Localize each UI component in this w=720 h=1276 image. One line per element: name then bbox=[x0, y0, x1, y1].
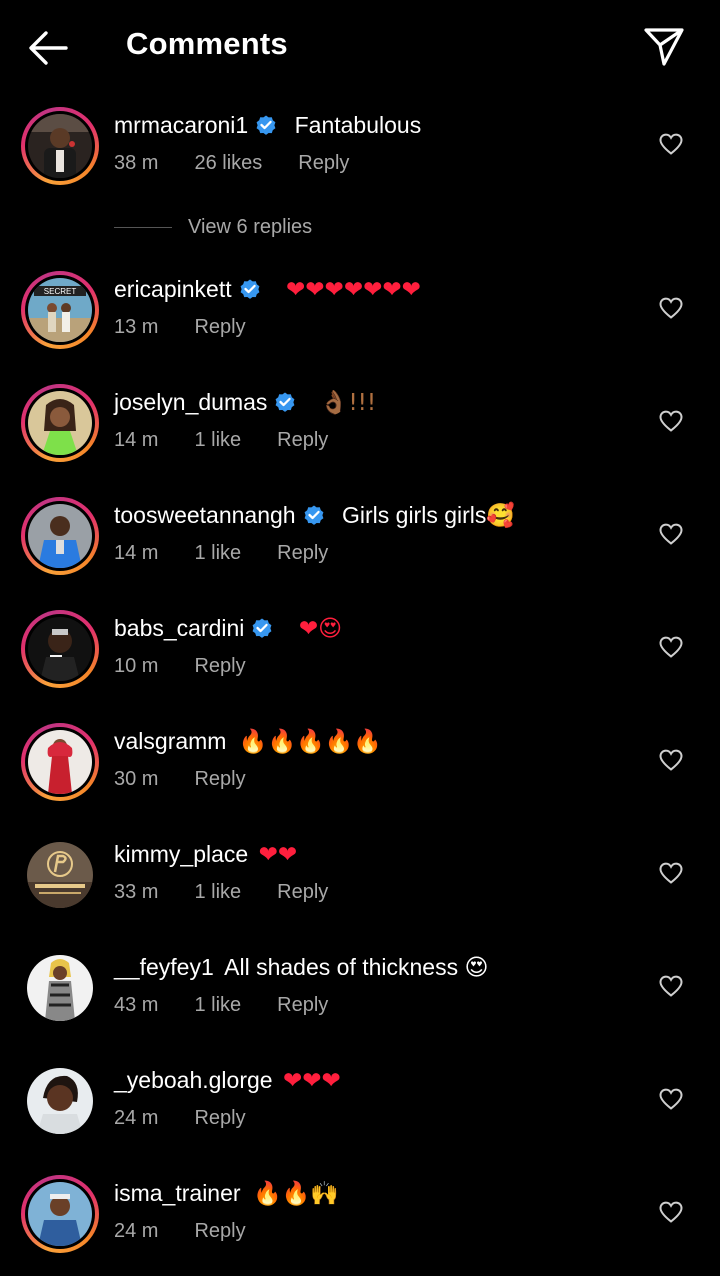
comment-item: mrmacaroni1 Fantabulous 38 m 26 likes Repl… bbox=[0, 107, 720, 208]
comment-text: ❤❤❤❤❤❤❤ bbox=[286, 277, 421, 303]
arrow-left-icon[interactable] bbox=[26, 26, 70, 70]
heart-outline-icon[interactable] bbox=[658, 861, 684, 885]
comment-item: valsgramm 🔥🔥🔥🔥🔥 30 m Reply bbox=[0, 723, 720, 824]
avatar[interactable] bbox=[21, 949, 99, 1027]
comment-username[interactable]: ericapinkett bbox=[114, 276, 232, 302]
heart-outline-icon[interactable] bbox=[658, 522, 684, 546]
top-bar: Comments bbox=[0, 0, 720, 92]
profile-photo bbox=[28, 730, 92, 794]
verified-badge-icon bbox=[304, 505, 324, 525]
avatar[interactable] bbox=[21, 610, 99, 688]
comment-username[interactable]: valsgramm bbox=[114, 728, 226, 754]
comment-username[interactable]: isma_trainer bbox=[114, 1180, 241, 1206]
verified-badge-icon bbox=[256, 115, 276, 135]
comment-text: All shades of thickness 😍 bbox=[224, 954, 489, 980]
comment-likes[interactable]: 1 like bbox=[194, 877, 241, 907]
avatar[interactable] bbox=[21, 836, 99, 914]
comment-username[interactable]: mrmacaroni1 bbox=[114, 112, 248, 138]
heart-outline-icon[interactable] bbox=[658, 132, 684, 156]
comment-text: Fantabulous bbox=[294, 112, 422, 138]
avatar[interactable] bbox=[21, 723, 99, 801]
avatar[interactable] bbox=[21, 1062, 99, 1140]
comment-text: ❤❤❤ bbox=[282, 1068, 341, 1094]
heart-outline-icon[interactable] bbox=[658, 748, 684, 772]
comment-item: kimmy_place ❤❤ 33 m 1 like Reply bbox=[0, 837, 720, 937]
view-replies-link[interactable]: View 6 replies bbox=[114, 212, 312, 242]
comment-item: __feyfey1 All shades of thickness 😍 43 m… bbox=[0, 950, 720, 1050]
comment-text: ❤❤ bbox=[258, 842, 298, 868]
reply-button[interactable]: Reply bbox=[298, 148, 349, 178]
paper-plane-icon[interactable] bbox=[642, 24, 686, 68]
comment-time: 33 m bbox=[114, 881, 159, 903]
comment-text: 🔥🔥🔥🔥🔥 bbox=[238, 729, 383, 755]
reply-button[interactable]: Reply bbox=[277, 538, 328, 568]
comment-username[interactable]: babs_cardini bbox=[114, 615, 244, 641]
comment-text: Girls girls girls🥰 bbox=[342, 502, 516, 528]
comment-item: isma_trainer 🔥🔥🙌 24 m Reply bbox=[0, 1175, 720, 1276]
avatar[interactable] bbox=[21, 1175, 99, 1253]
comment-time: 24 m bbox=[114, 1107, 159, 1129]
svg-text:SECRET: SECRET bbox=[44, 287, 77, 296]
comment-username[interactable]: toosweetannangh bbox=[114, 502, 296, 528]
reply-button[interactable]: Reply bbox=[194, 651, 245, 681]
verified-badge-icon bbox=[240, 279, 260, 299]
comment-username[interactable]: __feyfey1 bbox=[114, 954, 214, 980]
heart-outline-icon[interactable] bbox=[658, 296, 684, 320]
comment-item: SECRET ericapinkett ❤❤❤❤❤❤❤ 13 m Reply bbox=[0, 271, 720, 372]
profile-photo bbox=[28, 617, 92, 681]
verified-badge-icon bbox=[253, 618, 272, 638]
comment-username[interactable]: kimmy_place bbox=[114, 841, 248, 867]
page-title: Comments bbox=[126, 26, 288, 61]
comment-username[interactable]: joselyn_dumas bbox=[114, 389, 267, 415]
reply-button[interactable]: Reply bbox=[277, 990, 328, 1020]
comment-item: babs_cardini ❤😍 10 m Reply bbox=[0, 610, 720, 711]
view-replies-label: View 6 replies bbox=[188, 216, 313, 238]
profile-photo bbox=[28, 1182, 92, 1246]
heart-outline-icon[interactable] bbox=[658, 409, 684, 433]
comment-time: 38 m bbox=[114, 152, 159, 174]
profile-photo bbox=[27, 1068, 93, 1134]
heart-outline-icon[interactable] bbox=[658, 974, 684, 998]
profile-photo bbox=[28, 504, 92, 568]
comment-text: 🔥🔥🙌 bbox=[252, 1181, 339, 1207]
comment-time: 10 m bbox=[114, 655, 159, 677]
comment-time: 14 m bbox=[114, 542, 159, 564]
avatar[interactable] bbox=[21, 384, 99, 462]
avatar[interactable] bbox=[21, 497, 99, 575]
profile-photo bbox=[28, 114, 92, 178]
reply-button[interactable]: Reply bbox=[194, 312, 245, 342]
profile-photo bbox=[27, 842, 93, 908]
divider bbox=[114, 227, 172, 229]
comment-likes[interactable]: 1 like bbox=[194, 425, 241, 455]
reply-button[interactable]: Reply bbox=[194, 1103, 245, 1133]
reply-button[interactable]: Reply bbox=[194, 1216, 245, 1246]
comment-time: 30 m bbox=[114, 768, 159, 790]
comment-text: ❤😍 bbox=[298, 616, 343, 642]
comment-item: joselyn_dumas 👌🏾!!! 14 m 1 like Reply bbox=[0, 384, 720, 485]
comment-time: 14 m bbox=[114, 429, 159, 451]
reply-button[interactable]: Reply bbox=[277, 877, 328, 907]
comment-item: _yeboah.glorge ❤❤❤ 24 m Reply bbox=[0, 1063, 720, 1163]
comment-likes[interactable]: 1 like bbox=[194, 990, 241, 1020]
avatar[interactable]: SECRET bbox=[21, 271, 99, 349]
profile-photo bbox=[28, 391, 92, 455]
verified-badge-icon bbox=[276, 392, 295, 412]
heart-outline-icon[interactable] bbox=[658, 1087, 684, 1111]
comment-text: 👌🏾!!! bbox=[319, 390, 377, 416]
heart-outline-icon[interactable] bbox=[658, 635, 684, 659]
profile-photo bbox=[27, 955, 93, 1021]
comment-likes[interactable]: 1 like bbox=[194, 538, 241, 568]
comment-time: 43 m bbox=[114, 994, 159, 1016]
comment-time: 13 m bbox=[114, 316, 159, 338]
profile-photo: SECRET bbox=[28, 278, 92, 342]
reply-button[interactable]: Reply bbox=[277, 425, 328, 455]
avatar[interactable] bbox=[21, 107, 99, 185]
comment-time: 24 m bbox=[114, 1220, 159, 1242]
reply-button[interactable]: Reply bbox=[194, 764, 245, 794]
comment-likes[interactable]: 26 likes bbox=[194, 148, 262, 178]
comment-username[interactable]: _yeboah.glorge bbox=[114, 1067, 273, 1093]
comment-item: toosweetannangh Girls girls girls🥰 14 m 1… bbox=[0, 497, 720, 598]
heart-outline-icon[interactable] bbox=[658, 1200, 684, 1224]
